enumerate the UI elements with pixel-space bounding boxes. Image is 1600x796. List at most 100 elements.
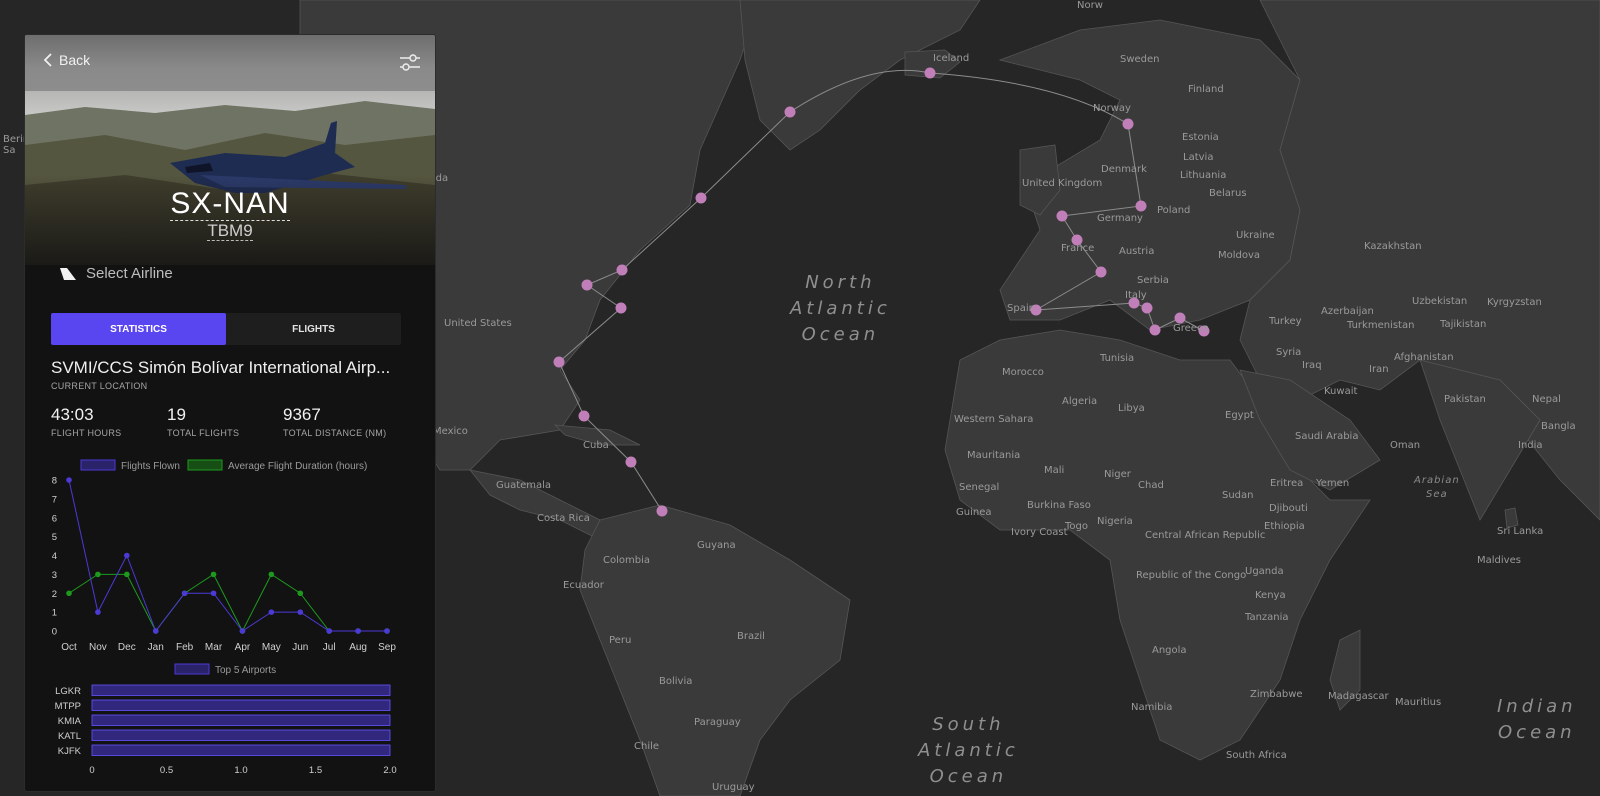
data-point bbox=[384, 628, 390, 634]
data-point bbox=[268, 609, 275, 615]
country-label: Yemen bbox=[1316, 478, 1350, 489]
country-label: Kuwait bbox=[1324, 386, 1358, 397]
tab-statistics[interactable]: STATISTICS bbox=[51, 313, 226, 345]
x-tick-label: May bbox=[262, 642, 281, 653]
country-label: Uganda bbox=[1245, 566, 1284, 577]
country-label: Burkina Faso bbox=[1027, 500, 1091, 511]
country-label: Libya bbox=[1118, 403, 1145, 414]
country-label: Cuba bbox=[583, 440, 609, 451]
data-point bbox=[210, 590, 217, 597]
stat-value: 9367 bbox=[283, 405, 321, 424]
country-label: Saudi Arabia bbox=[1295, 431, 1359, 442]
aircraft-panel: Back SX-NAN TBM9 Select Airline STATISTI… bbox=[24, 34, 436, 792]
country-label: Chad bbox=[1138, 480, 1164, 491]
series-line bbox=[68, 479, 387, 633]
back-button[interactable]: Back bbox=[43, 52, 90, 68]
data-point bbox=[152, 628, 159, 634]
x-tick-label: Jun bbox=[292, 642, 308, 653]
country-label: India bbox=[1518, 440, 1543, 451]
country-label: Nigeria bbox=[1097, 516, 1133, 527]
country-label: Azerbaijan bbox=[1321, 306, 1374, 317]
country-label: Latvia bbox=[1183, 152, 1214, 163]
legend-label: Flights Flown bbox=[121, 461, 180, 472]
legend-label: Top 5 Airports bbox=[215, 665, 276, 676]
data-point bbox=[66, 590, 72, 597]
y-tick-label: 4 bbox=[52, 551, 57, 562]
ocean-label: Indian Ocean bbox=[1497, 696, 1577, 743]
bar bbox=[91, 714, 391, 726]
country-label: Guyana bbox=[697, 540, 736, 551]
country-label: Bolivia bbox=[659, 676, 693, 687]
legend-swatch bbox=[187, 459, 223, 471]
country-label: Belarus bbox=[1209, 188, 1247, 199]
country-label: Guatemala bbox=[496, 480, 552, 491]
x-tick-label: Nov bbox=[89, 642, 107, 653]
country-label: Djibouti bbox=[1269, 503, 1308, 514]
country-label: Algeria bbox=[1062, 396, 1098, 407]
country-label: Uruguay bbox=[712, 782, 755, 793]
x-tick-label: 0.5 bbox=[160, 765, 173, 776]
filter-settings-icon[interactable] bbox=[399, 53, 421, 73]
country-label: South Africa bbox=[1226, 750, 1287, 761]
data-point bbox=[268, 571, 275, 578]
country-label: Kenya bbox=[1255, 590, 1286, 601]
bar bbox=[91, 729, 391, 741]
country-label: Guinea bbox=[956, 507, 992, 518]
stat-total-distance: 9367 TOTAL DISTANCE (NM) bbox=[283, 405, 386, 438]
country-label: Peru bbox=[609, 635, 632, 646]
legend-label: Average Flight Duration (hours) bbox=[228, 461, 367, 472]
current-location-label: CURRENT LOCATION bbox=[51, 381, 148, 391]
x-tick-label: Feb bbox=[176, 642, 194, 653]
country-label: United Kingdom bbox=[1022, 178, 1103, 189]
country-label: Tanzania bbox=[1245, 612, 1289, 623]
x-tick-label: Jan bbox=[148, 642, 164, 653]
stat-flight-hours: 43:03 FLIGHT HOURS bbox=[51, 405, 121, 438]
select-airline-label: Select Airline bbox=[86, 265, 173, 282]
country-label: Spain bbox=[1007, 303, 1035, 314]
country-label: Eritrea bbox=[1270, 478, 1304, 489]
country-label: Turkmenistan bbox=[1347, 320, 1415, 331]
stat-label: FLIGHT HOURS bbox=[51, 428, 122, 438]
country-label: United States bbox=[444, 318, 512, 329]
country-label: Brazil bbox=[737, 631, 765, 642]
country-label: Iceland bbox=[933, 53, 970, 64]
country-label: Colombia bbox=[603, 555, 650, 566]
country-label: Lithuania bbox=[1180, 170, 1227, 181]
select-airline-button[interactable]: Select Airline bbox=[59, 265, 173, 282]
country-label: Finland bbox=[1188, 84, 1224, 95]
bar bbox=[91, 744, 391, 756]
country-label: Republic of the Congo bbox=[1136, 570, 1247, 581]
country-label: Oman bbox=[1390, 440, 1421, 451]
country-label: Ukraine bbox=[1236, 230, 1275, 241]
x-tick-label: Sep bbox=[378, 642, 396, 653]
bar bbox=[91, 684, 391, 696]
country-label: Tunisia bbox=[1100, 353, 1135, 364]
country-label: Morocco bbox=[1002, 367, 1044, 378]
country-label: Egypt bbox=[1225, 410, 1254, 421]
country-label: Togo bbox=[1065, 521, 1088, 532]
data-point bbox=[181, 590, 188, 597]
country-label: Sweden bbox=[1120, 54, 1160, 65]
country-label: Maldives bbox=[1477, 555, 1521, 566]
airline-tail-icon bbox=[60, 267, 76, 280]
country-label: Niger bbox=[1104, 469, 1131, 480]
country-label: Western Sahara bbox=[954, 414, 1034, 425]
country-label: Iraq bbox=[1302, 360, 1322, 371]
y-tick-label: 2 bbox=[52, 589, 57, 600]
country-label: Mauritius bbox=[1395, 697, 1442, 708]
stat-value: 43:03 bbox=[51, 405, 94, 424]
country-label: France bbox=[1061, 243, 1095, 254]
tab-flights[interactable]: FLIGHTS bbox=[226, 313, 401, 345]
y-tick-label: KMIA bbox=[58, 716, 82, 727]
y-tick-label: 5 bbox=[52, 532, 57, 543]
y-tick-label: 7 bbox=[52, 494, 57, 505]
y-tick-label: 0 bbox=[52, 627, 57, 638]
stat-total-flights: 19 TOTAL FLIGHTS bbox=[167, 405, 239, 438]
x-tick-label: Dec bbox=[118, 642, 136, 653]
data-point bbox=[210, 571, 217, 578]
y-tick-label: KATL bbox=[58, 731, 81, 742]
country-label: Bangla bbox=[1541, 421, 1576, 432]
country-label: Greece bbox=[1173, 323, 1209, 334]
ocean-label: North Atlantic Ocean bbox=[790, 272, 891, 345]
country-label: Angola bbox=[1152, 645, 1187, 656]
